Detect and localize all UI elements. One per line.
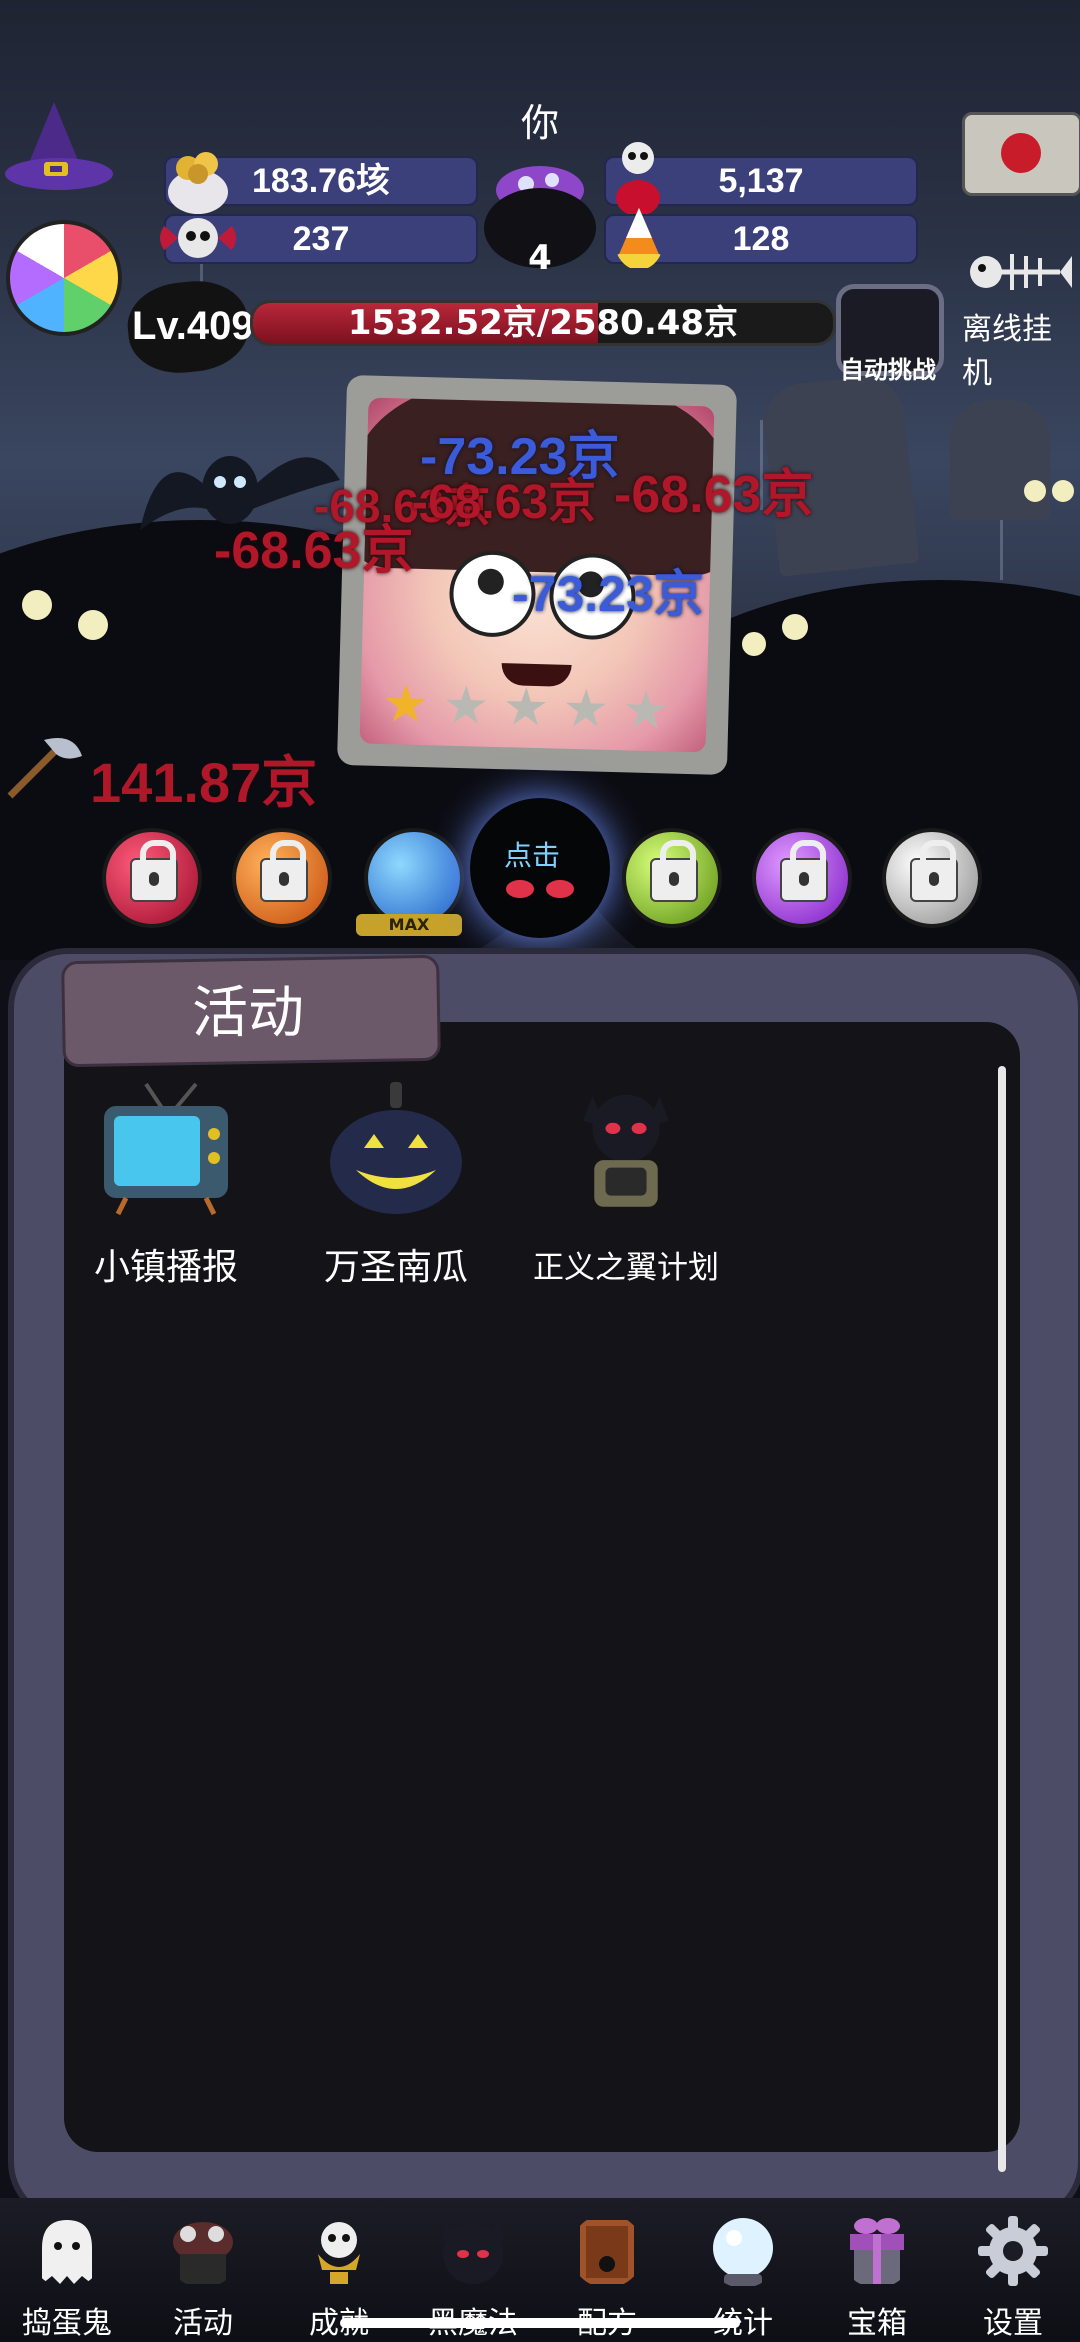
candy-corn-icon bbox=[614, 208, 664, 268]
damage-number: -73.23京 bbox=[512, 566, 704, 622]
gift-box-icon bbox=[850, 2218, 904, 2284]
coins-value: 183.76垓 bbox=[252, 162, 390, 200]
activity-town-broadcast[interactable]: 小镇播报 bbox=[56, 1078, 276, 1300]
skull-trophy-icon bbox=[318, 2222, 360, 2284]
fish-bone-icon[interactable] bbox=[968, 244, 1072, 300]
monster-slot-orange[interactable] bbox=[232, 828, 332, 928]
nav-label: 设置 bbox=[983, 2306, 1043, 2341]
tap-hint[interactable]: 点击 bbox=[504, 834, 560, 874]
tv-icon bbox=[104, 1082, 228, 1216]
mail-button[interactable] bbox=[962, 112, 1080, 196]
glowing-eye bbox=[782, 614, 808, 640]
witch-hat-icon[interactable] bbox=[4, 100, 114, 196]
lock-icon bbox=[650, 840, 698, 902]
lock-icon bbox=[130, 840, 178, 902]
activity-label: 万圣南瓜 bbox=[323, 1247, 468, 1288]
spellbook-icon bbox=[580, 2220, 634, 2284]
activity-label: 正义之翼计划 bbox=[533, 1250, 719, 1286]
candy-bones-value: 237 bbox=[292, 220, 350, 258]
lock-icon bbox=[260, 840, 308, 902]
lock-icon bbox=[910, 840, 958, 902]
axe-icon bbox=[7, 738, 82, 799]
nav-achievements[interactable]: 成就 bbox=[274, 2206, 404, 2341]
auto-challenge-label[interactable]: 自动挑战 bbox=[826, 350, 950, 385]
glowing-eye bbox=[742, 632, 766, 656]
nav-recipes[interactable]: 配方 bbox=[542, 2206, 672, 2341]
activity-justice-wings[interactable]: 正义之翼计划 bbox=[516, 1078, 736, 1300]
coin-bag-icon bbox=[168, 152, 228, 214]
max-badge: MAX bbox=[356, 914, 462, 936]
candy-corn-value: 128 bbox=[732, 220, 790, 258]
monster-slot-blue[interactable] bbox=[364, 828, 464, 928]
nav-settings[interactable]: 设置 bbox=[948, 2206, 1078, 2341]
glowing-eye bbox=[22, 590, 52, 620]
skull-candy-icon bbox=[160, 218, 236, 258]
nav-black-magic[interactable]: 黑魔法 bbox=[408, 2206, 538, 2341]
boss-hp-bar: 1532.52京/2580.48京 bbox=[250, 300, 836, 346]
devil-icon bbox=[442, 2222, 504, 2284]
glowing-eye bbox=[1052, 480, 1074, 502]
star-empty-icon: ★ bbox=[621, 680, 670, 742]
cauldron-count: 4 bbox=[528, 238, 552, 278]
gear-icon bbox=[978, 2216, 1048, 2286]
devil-trophy-icon bbox=[583, 1094, 669, 1207]
nav-label: 活动 bbox=[173, 2306, 233, 2341]
nav-label: 宝箱 bbox=[847, 2306, 907, 2341]
nav-label: 捣蛋鬼 bbox=[22, 2306, 112, 2341]
level-text: Lv.409 bbox=[132, 304, 254, 348]
axe-damage: 141.87京 bbox=[90, 751, 318, 814]
activity-label: 小镇播报 bbox=[93, 1247, 238, 1288]
star-filled-icon: ★ bbox=[381, 674, 430, 736]
star-empty-icon: ★ bbox=[561, 678, 610, 740]
poison-value: 5,137 bbox=[718, 162, 804, 200]
panel-scrollbar[interactable] bbox=[998, 1066, 1006, 2172]
cupcake-icon bbox=[173, 2222, 233, 2284]
nav-treasure-chest[interactable]: 宝箱 bbox=[812, 2206, 942, 2341]
offline-idle-label[interactable]: 离线挂机 bbox=[962, 304, 1080, 392]
monster-slot-white[interactable] bbox=[882, 828, 982, 928]
nav-statistics[interactable]: 统计 bbox=[678, 2206, 808, 2341]
candy-ball-icon[interactable] bbox=[6, 220, 122, 336]
pumpkin-icon bbox=[330, 1082, 462, 1214]
glowing-eye bbox=[78, 610, 108, 640]
monster-slot-purple[interactable] bbox=[752, 828, 852, 928]
monster-slot-red[interactable] bbox=[102, 828, 202, 928]
crystal-ball-icon bbox=[713, 2218, 773, 2286]
damage-number: -68.63京 bbox=[214, 522, 414, 580]
monster-slot-green[interactable] bbox=[622, 828, 722, 928]
wax-seal-icon bbox=[1001, 133, 1041, 173]
nav-tricksters[interactable]: 捣蛋鬼 bbox=[2, 2206, 132, 2341]
tombstone bbox=[950, 400, 1050, 520]
boss-hp-text: 1532.52京/2580.48京 bbox=[347, 303, 739, 343]
ghost-icon bbox=[42, 2220, 92, 2284]
star-empty-icon: ★ bbox=[501, 677, 550, 739]
glowing-eye bbox=[1024, 480, 1046, 502]
home-indicator[interactable] bbox=[340, 2318, 740, 2328]
activity-halloween-pumpkin[interactable]: 万圣南瓜 bbox=[286, 1078, 506, 1300]
nav-activities[interactable]: 活动 bbox=[138, 2206, 268, 2341]
player-name[interactable]: 你 bbox=[0, 92, 1080, 147]
damage-number: -68.63京 bbox=[614, 466, 814, 524]
damage-number: -68.63京 bbox=[412, 476, 597, 529]
lock-icon bbox=[780, 840, 828, 902]
panel-title: 活动 bbox=[192, 981, 304, 1046]
star-empty-icon: ★ bbox=[441, 675, 490, 737]
